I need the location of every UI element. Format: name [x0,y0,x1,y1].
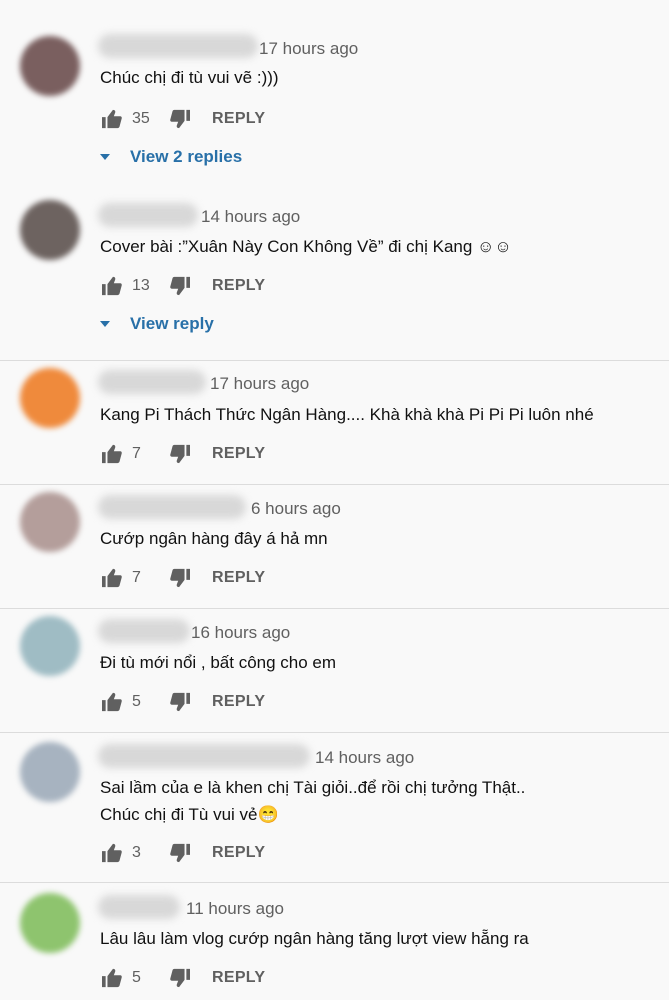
comment-text: Sai lầm của e là khen chị Tài giỏi..để r… [100,778,526,824]
author-name-blurred[interactable] [98,744,310,768]
comment-actions: 13 REPLY [100,274,265,298]
comment-actions: 7 REPLY [100,566,265,590]
avatar[interactable] [20,492,80,552]
reply-button[interactable]: REPLY [212,445,265,463]
thumbs-up-icon[interactable] [100,566,124,590]
thumbs-down-icon[interactable] [168,442,192,466]
view-replies-label: View 2 replies [130,147,243,166]
comment-actions: 7 REPLY [100,442,265,466]
like-count: 5 [132,969,141,986]
thumbs-down-icon[interactable] [168,566,192,590]
divider [0,882,669,883]
thumbs-down-icon[interactable] [168,841,192,865]
avatar[interactable] [20,368,80,428]
caret-down-icon [100,154,110,160]
reply-button[interactable]: REPLY [212,844,265,862]
thumbs-down-icon[interactable] [168,966,192,990]
reply-button[interactable]: REPLY [212,693,265,711]
like-count: 3 [132,844,141,861]
comment-text: Đi tù mới nổi , bất công cho em [100,653,337,672]
comment-text: Cướp ngân hàng đây á hả mn [100,529,328,548]
comment-actions: 5 REPLY [100,966,265,990]
like-count: 7 [132,445,141,462]
view-replies-button[interactable]: View 2 replies [100,147,242,167]
like-count: 7 [132,569,141,586]
divider [0,360,669,361]
thumbs-up-icon[interactable] [100,690,124,714]
comment-text: Lâu lâu làm vlog cướp ngân hàng tăng lượ… [100,929,529,948]
author-name-blurred[interactable] [98,203,198,227]
reply-button[interactable]: REPLY [212,969,265,987]
comment-text: Cover bài :”Xuân Này Con Không Về” đi ch… [100,237,512,256]
author-name-blurred[interactable] [98,619,190,643]
comment-actions: 3 REPLY [100,841,265,865]
comment-timestamp[interactable]: 14 hours ago [201,207,300,227]
view-replies-button[interactable]: View reply [100,314,214,334]
comment-timestamp[interactable]: 16 hours ago [191,623,290,643]
author-name-blurred[interactable] [98,370,206,394]
divider [0,608,669,609]
avatar[interactable] [20,742,80,802]
view-replies-label: View reply [130,314,214,333]
caret-down-icon [100,321,110,327]
comment-text: Kang Pi Thách Thức Ngân Hàng.... Khà khà… [100,405,594,424]
like-count: 5 [132,693,141,710]
comment-timestamp[interactable]: 6 hours ago [251,499,341,519]
thumbs-up-icon[interactable] [100,966,124,990]
author-name-blurred[interactable] [98,895,180,919]
thumbs-up-icon[interactable] [100,841,124,865]
reply-button[interactable]: REPLY [212,569,265,587]
comment-item: 11 hours ago Lâu lâu làm vlog cướp ngân … [0,0,669,988]
comment-timestamp[interactable]: 17 hours ago [210,374,309,394]
author-name-blurred[interactable] [98,495,246,519]
divider [0,732,669,733]
thumbs-up-icon[interactable] [100,274,124,298]
comment-timestamp[interactable]: 14 hours ago [315,748,414,768]
thumbs-up-icon[interactable] [100,442,124,466]
like-count: 13 [132,277,150,294]
reply-button[interactable]: REPLY [212,277,265,295]
comment-actions: 5 REPLY [100,690,265,714]
thumbs-down-icon[interactable] [168,690,192,714]
avatar[interactable] [20,616,80,676]
avatar[interactable] [20,893,80,953]
thumbs-down-icon[interactable] [168,274,192,298]
comment-timestamp[interactable]: 11 hours ago [186,899,284,919]
avatar[interactable] [20,200,80,260]
divider [0,484,669,485]
